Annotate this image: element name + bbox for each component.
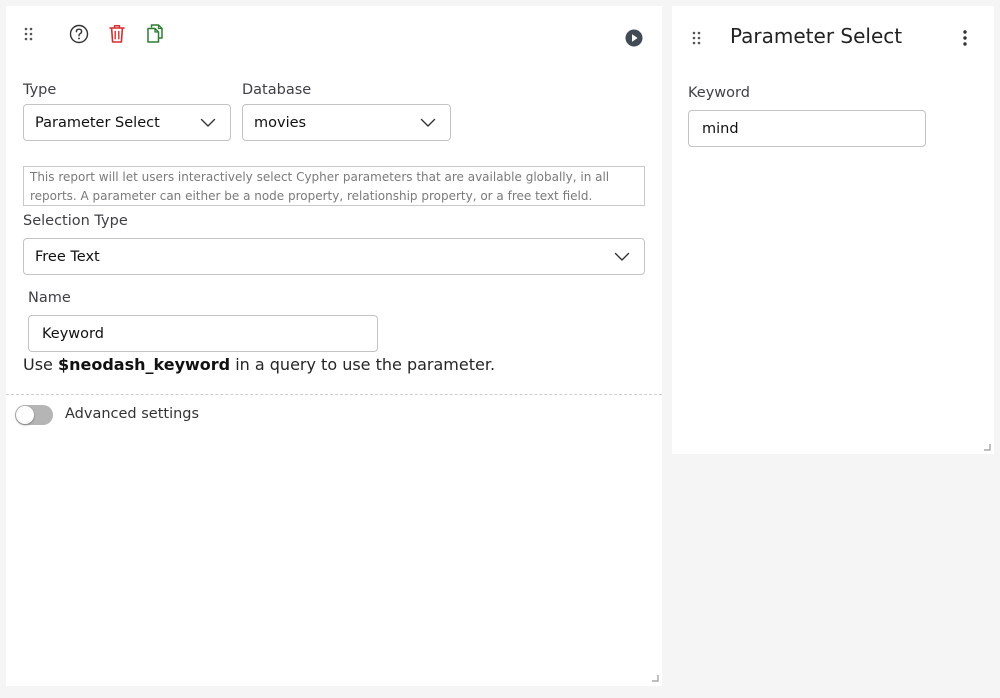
database-select[interactable]: movies xyxy=(242,104,451,141)
help-icon[interactable] xyxy=(69,24,89,44)
report-description: This report will let users interactively… xyxy=(23,166,645,206)
keyword-input[interactable]: mind xyxy=(688,110,926,147)
resize-handle-icon[interactable] xyxy=(983,443,991,451)
selection-type-label: Selection Type xyxy=(23,213,128,229)
name-input[interactable]: Keyword xyxy=(28,315,378,352)
report-editor-card: Type Parameter Select Database movies Th… xyxy=(6,6,662,686)
drag-handle-icon[interactable] xyxy=(24,27,34,41)
trash-icon[interactable] xyxy=(107,23,127,44)
hint-suffix: in a query to use the parameter. xyxy=(230,355,496,374)
advanced-settings-toggle[interactable] xyxy=(15,405,53,425)
keyword-input-value: mind xyxy=(702,120,739,137)
hint-prefix: Use xyxy=(23,355,58,374)
keyword-label: Keyword xyxy=(688,85,750,101)
database-select-value: movies xyxy=(254,114,307,131)
type-label: Type xyxy=(23,82,57,98)
resize-handle-icon[interactable] xyxy=(651,674,659,682)
divider xyxy=(6,394,662,395)
type-select[interactable]: Parameter Select xyxy=(23,104,231,141)
type-select-value: Parameter Select xyxy=(35,114,160,131)
play-icon[interactable] xyxy=(625,29,643,47)
selection-type-value: Free Text xyxy=(35,248,100,265)
report-title: Parameter Select xyxy=(730,24,903,48)
advanced-settings-label: Advanced settings xyxy=(65,406,200,422)
name-input-value: Keyword xyxy=(42,325,104,342)
chevron-down-icon xyxy=(614,252,630,261)
chevron-down-icon xyxy=(200,118,216,127)
report-preview-card: Parameter Select Keyword mind xyxy=(672,6,994,454)
selection-type-select[interactable]: Free Text xyxy=(23,238,645,275)
parameter-usage-hint: Use $neodash_keyword in a query to use t… xyxy=(23,355,495,374)
chevron-down-icon xyxy=(420,118,436,127)
toggle-thumb xyxy=(16,406,34,424)
database-label: Database xyxy=(242,82,312,98)
more-options-icon[interactable] xyxy=(962,29,968,47)
parameter-name: $neodash_keyword xyxy=(57,355,231,374)
drag-handle-icon[interactable] xyxy=(692,31,702,45)
copy-icon[interactable] xyxy=(145,23,165,44)
name-label: Name xyxy=(28,290,71,306)
